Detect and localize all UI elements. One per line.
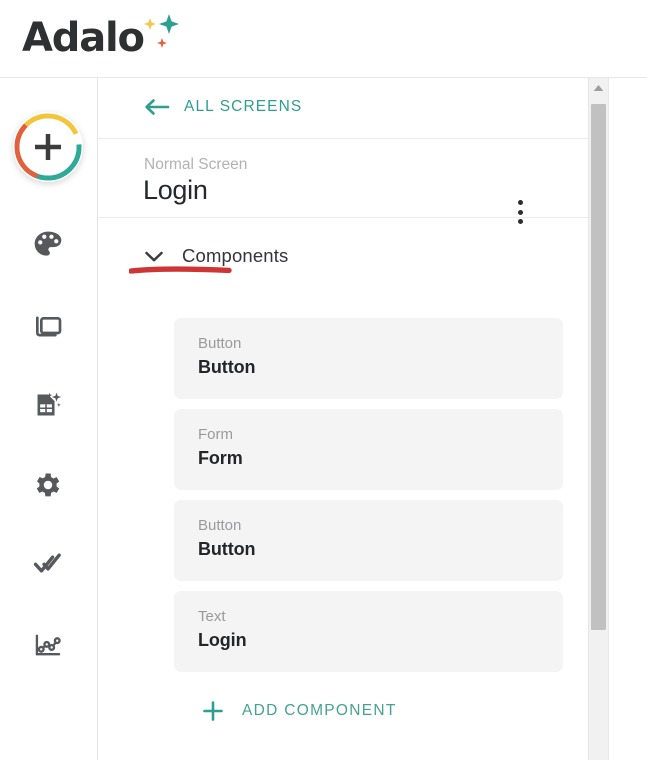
panel-header: ALL SCREENS bbox=[98, 78, 588, 139]
kebab-menu-icon[interactable] bbox=[507, 197, 533, 227]
sidebar-item-analytics[interactable] bbox=[26, 623, 70, 667]
panel-right-gutter bbox=[608, 78, 647, 760]
left-icon-rail bbox=[0, 78, 98, 760]
component-type: Button bbox=[198, 335, 242, 352]
sidebar-item-database[interactable] bbox=[26, 383, 70, 427]
component-name: Button bbox=[198, 357, 256, 377]
analytics-icon bbox=[35, 634, 61, 656]
components-section-header[interactable]: Components bbox=[144, 245, 288, 267]
add-component-button[interactable]: ADD COMPONENT bbox=[202, 700, 397, 722]
component-name: Button bbox=[198, 539, 256, 559]
caret-up-icon bbox=[593, 85, 604, 91]
chevron-down-icon bbox=[145, 251, 163, 261]
gear-icon bbox=[36, 473, 60, 497]
scroll-up-button[interactable] bbox=[589, 78, 608, 98]
top-bar: Adalo bbox=[0, 0, 647, 78]
sidebar-item-branding[interactable] bbox=[26, 223, 70, 267]
component-name: Login bbox=[198, 630, 247, 650]
screen-title-block: Normal Screen Login bbox=[98, 139, 588, 274]
logo-wordmark: Adalo bbox=[22, 15, 145, 61]
add-component-label: ADD COMPONENT bbox=[242, 702, 397, 719]
screen-type-label: Normal Screen bbox=[144, 156, 248, 173]
palette-icon bbox=[34, 231, 62, 256]
add-button[interactable] bbox=[13, 112, 83, 182]
plus-icon bbox=[14, 113, 82, 181]
sidebar-item-screens[interactable] bbox=[26, 303, 70, 347]
double-check-icon bbox=[33, 553, 61, 573]
database-icon bbox=[37, 392, 62, 416]
component-type: Form bbox=[198, 426, 233, 443]
plus-icon bbox=[203, 701, 223, 721]
scrollbar-thumb[interactable] bbox=[591, 104, 606, 630]
component-type: Text bbox=[198, 608, 226, 625]
adalo-screen-editor: Adalo ALL SCREENS Normal Screen Login Co… bbox=[0, 0, 647, 760]
adalo-logo[interactable]: Adalo bbox=[22, 10, 182, 68]
component-type: Button bbox=[198, 517, 242, 534]
screens-icon bbox=[36, 316, 62, 337]
all-screens-back-button[interactable]: ALL SCREENS bbox=[144, 98, 302, 116]
page-title: Login bbox=[143, 175, 208, 205]
all-screens-label: ALL SCREENS bbox=[184, 98, 303, 115]
components-list: Button Button Form Form Button Button Te… bbox=[174, 318, 563, 682]
logo-sparkles-icon bbox=[144, 14, 179, 48]
screen-detail-panel: ALL SCREENS Normal Screen Login Componen… bbox=[98, 78, 647, 760]
list-item[interactable]: Button Button bbox=[174, 500, 563, 581]
arrow-left-icon bbox=[145, 99, 170, 115]
list-item[interactable]: Form Form bbox=[174, 409, 563, 490]
list-item[interactable]: Text Login bbox=[174, 591, 563, 672]
sidebar-item-publish[interactable] bbox=[26, 543, 70, 587]
list-item[interactable]: Button Button bbox=[174, 318, 563, 399]
component-name: Form bbox=[198, 448, 243, 468]
components-section-label: Components bbox=[182, 245, 289, 266]
vertical-scrollbar[interactable] bbox=[588, 78, 608, 760]
sidebar-item-settings[interactable] bbox=[26, 463, 70, 507]
